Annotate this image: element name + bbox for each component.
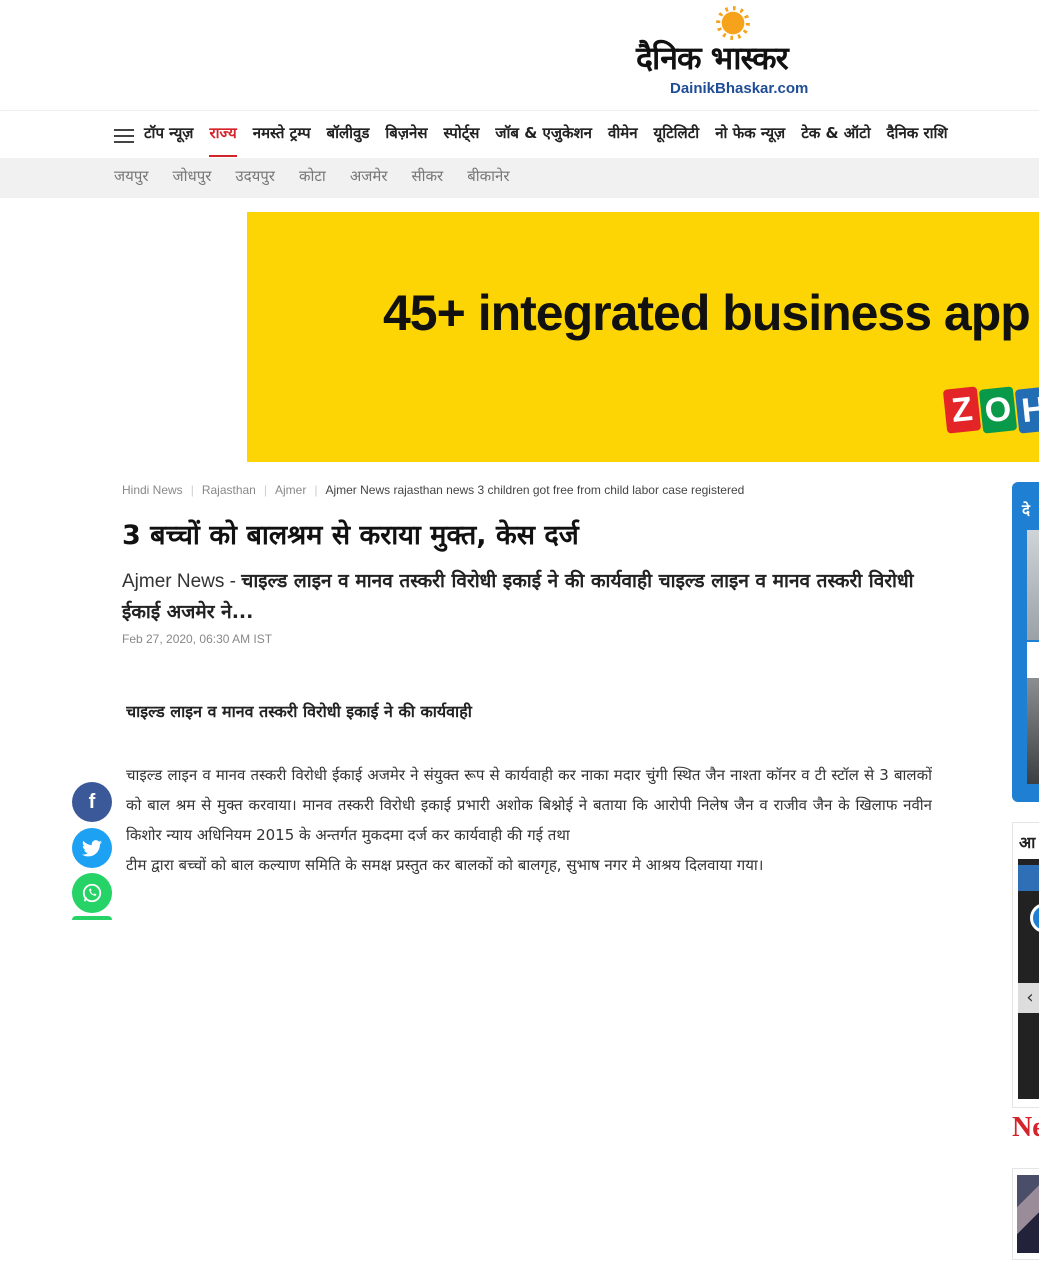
- nav-item-10[interactable]: टेक & ऑटो: [801, 123, 870, 157]
- breadcrumb-current: Ajmer News rajasthan news 3 children got…: [325, 483, 745, 497]
- sub-nav-item-3[interactable]: कोटा: [299, 166, 326, 186]
- breadcrumb-separator: |: [314, 483, 318, 497]
- nav-item-5[interactable]: स्पोर्ट्स: [443, 123, 479, 157]
- article-body: चाइल्ड लाइन व मानव तस्करी विरोधी इकाई ने…: [126, 700, 932, 918]
- twitter-share-button[interactable]: [72, 828, 112, 868]
- sub-nav-item-0[interactable]: जयपुर: [114, 166, 149, 186]
- breadcrumb-separator: |: [190, 483, 194, 497]
- article-headline: 3 बच्चों को बालश्रम से कराया मुक्त, केस …: [122, 520, 579, 551]
- nav-item-7[interactable]: वीमेन: [608, 123, 638, 157]
- nav-item-9[interactable]: नो फेक न्यूज़: [715, 123, 785, 157]
- article-paragraph-1: चाइल्ड लाइन व मानव तस्करी विरोधी ईकाई अज…: [126, 766, 932, 844]
- sidebar-photo-gallery[interactable]: दे ‹: [1012, 482, 1039, 802]
- sub-nav-items: जयपुर जोधपुर उदयपुर कोटा अजमेर सीकर बीकानेर: [114, 166, 534, 186]
- main-nav: टॉप न्यूज़ राज्य नमस्ते ट्रम्प बॉलीवुड बिज़न…: [0, 110, 1039, 158]
- breadcrumb-link[interactable]: Hindi News: [122, 483, 183, 497]
- sub-nav-item-2[interactable]: उदयपुर: [235, 166, 275, 186]
- ad-brand-letter: O: [978, 386, 1018, 434]
- logo-english-text: DainikBhaskar.com: [670, 80, 809, 97]
- more-share-button[interactable]: [72, 916, 112, 920]
- sidebar-box1-title: दे: [1022, 501, 1030, 519]
- logo-hindi-text: दैनिक भास्कर: [636, 39, 789, 77]
- sub-nav-item-4[interactable]: अजमेर: [350, 166, 388, 186]
- hamburger-menu-icon[interactable]: [114, 129, 134, 143]
- sun-logo-icon: [716, 6, 750, 40]
- ad-headline: 45+ integrated business app: [383, 285, 1031, 341]
- nav-item-11[interactable]: दैनिक राशि: [887, 123, 948, 157]
- facebook-share-button[interactable]: f: [72, 782, 112, 822]
- nav-items: टॉप न्यूज़ राज्य नमस्ते ट्रम्प बॉलीवुड बिज़न…: [144, 123, 964, 157]
- article-paragraph-2: टीम द्वारा बच्चों को बाल कल्याण समिति के…: [126, 856, 764, 874]
- summary-text: चाइल्ड लाइन व मानव तस्करी विरोधी इकाई ने…: [122, 570, 914, 623]
- breadcrumb: Hindi News | Rajasthan | Ajmer | Ajmer News ra…: [122, 483, 744, 497]
- ad-brand-logo: ZOH: [942, 386, 1039, 434]
- breadcrumb-link[interactable]: Ajmer: [275, 483, 306, 497]
- sidebar-section-heading: Ne: [1012, 1112, 1039, 1143]
- sub-nav: जयपुर जोधपुर उदयपुर कोटा अजमेर सीकर बीकानेर: [0, 158, 1039, 198]
- video-prev-icon[interactable]: ‹: [1018, 983, 1039, 1013]
- ad-brand-letter: Z: [942, 386, 982, 434]
- nav-item-8[interactable]: यूटिलिटी: [654, 123, 700, 157]
- article-dateline: Feb 27, 2020, 06:30 AM IST: [122, 632, 273, 646]
- advertisement-banner[interactable]: 45+ integrated business app ZOH: [247, 212, 1039, 462]
- nav-item-3[interactable]: बॉलीवुड: [327, 123, 370, 157]
- whatsapp-share-button[interactable]: [72, 873, 112, 913]
- facebook-icon: f: [88, 790, 96, 813]
- sub-nav-item-5[interactable]: सीकर: [412, 166, 444, 186]
- sub-nav-item-1[interactable]: जोधपुर: [173, 166, 212, 186]
- breadcrumb-separator: |: [263, 483, 267, 497]
- sidebar-news-thumbnail[interactable]: [1017, 1175, 1039, 1253]
- video-channel-avatar: [1030, 903, 1039, 933]
- whatsapp-icon: [82, 883, 102, 903]
- nav-item-1[interactable]: राज्य: [209, 123, 238, 157]
- nav-item-4[interactable]: बिज़नेस: [385, 123, 427, 157]
- sidebar-thumbnail-1[interactable]: [1027, 530, 1039, 640]
- site-logo[interactable]: दैनिक भास्कर DainikBhaskar.com: [636, 6, 836, 100]
- breadcrumb-link[interactable]: Rajasthan: [202, 483, 256, 497]
- twitter-icon: [82, 839, 102, 856]
- sidebar-news-card[interactable]: [1012, 1168, 1039, 1260]
- article-subhead: चाइल्ड लाइन व मानव तस्करी विरोधी इकाई ने…: [126, 702, 472, 721]
- sidebar-video-widget[interactable]: आ ‹: [1012, 822, 1039, 1108]
- sidebar-box2-title: आ: [1019, 833, 1036, 852]
- sidebar-thumbnail-2[interactable]: [1027, 678, 1039, 784]
- carousel-prev-icon[interactable]: ‹: [1027, 642, 1039, 678]
- sidebar-video-player[interactable]: ‹: [1018, 859, 1039, 1099]
- ad-brand-letter: H: [1014, 386, 1039, 434]
- article-summary: Ajmer News - चाइल्ड लाइन व मानव तस्करी व…: [122, 566, 932, 627]
- nav-item-6[interactable]: जॉब & एजुकेशन: [495, 123, 592, 157]
- nav-item-0[interactable]: टॉप न्यूज़: [144, 123, 193, 157]
- nav-item-2[interactable]: नमस्ते ट्रम्प: [253, 123, 311, 157]
- sub-nav-item-6[interactable]: बीकानेर: [467, 166, 509, 186]
- summary-city: Ajmer News -: [122, 571, 242, 592]
- video-header-bar: [1018, 865, 1039, 891]
